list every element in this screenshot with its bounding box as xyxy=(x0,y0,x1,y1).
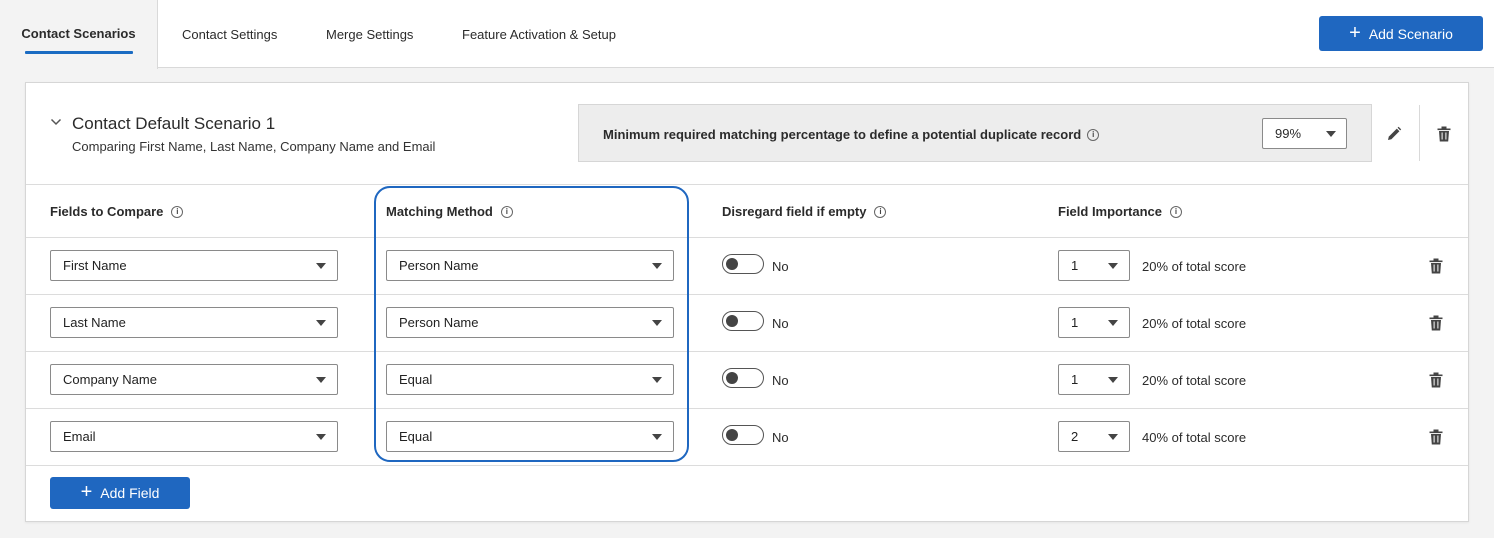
column-header-label: Disregard field if empty xyxy=(722,204,867,219)
importance-value: 1 xyxy=(1071,315,1079,330)
tab-label: Contact Settings xyxy=(182,26,278,42)
threshold-value: 99% xyxy=(1275,126,1302,141)
tab-merge-settings[interactable]: Merge Settings xyxy=(326,0,413,68)
importance-select[interactable]: 1 xyxy=(1058,364,1130,395)
column-header-disregard: Disregard field if empty i xyxy=(722,204,887,219)
tab-contact-scenarios[interactable]: Contact Scenarios xyxy=(0,0,158,69)
info-icon[interactable]: i xyxy=(171,205,184,218)
add-scenario-button[interactable]: + Add Scenario xyxy=(1319,16,1483,51)
field-select-value: Company Name xyxy=(63,372,157,387)
field-select[interactable]: Company Name xyxy=(50,364,338,395)
tab-label: Merge Settings xyxy=(326,26,414,42)
tab-feature-activation[interactable]: Feature Activation & Setup xyxy=(462,0,616,68)
threshold-label-text: Minimum required matching percentage to … xyxy=(603,127,1082,142)
disregard-toggle[interactable] xyxy=(722,368,764,388)
toggle-knob xyxy=(726,258,738,270)
field-select-value: First Name xyxy=(63,258,127,273)
top-tab-bar: Contact Scenarios Contact Settings Merge… xyxy=(0,0,1494,69)
tab-label: Feature Activation & Setup xyxy=(462,26,616,42)
pencil-icon[interactable] xyxy=(1386,126,1402,142)
trash-icon[interactable] xyxy=(1429,258,1443,274)
trash-icon[interactable] xyxy=(1429,315,1443,331)
disregard-toggle[interactable] xyxy=(722,311,764,331)
active-tab-indicator xyxy=(25,51,133,54)
toggle-knob xyxy=(726,429,738,441)
divider xyxy=(26,408,1468,409)
importance-select[interactable]: 1 xyxy=(1058,250,1130,281)
field-select[interactable]: First Name xyxy=(50,250,338,281)
plus-icon: + xyxy=(1349,21,1361,44)
caret-down-icon xyxy=(316,434,326,440)
caret-down-icon xyxy=(1108,263,1118,269)
disregard-toggle[interactable] xyxy=(722,254,764,274)
divider xyxy=(26,465,1468,466)
disregard-label: No xyxy=(772,259,789,274)
disregard-toggle[interactable] xyxy=(722,425,764,445)
caret-down-icon xyxy=(1108,434,1118,440)
field-select[interactable]: Email xyxy=(50,421,338,452)
trash-icon[interactable] xyxy=(1437,126,1451,142)
score-text: 20% of total score xyxy=(1142,373,1247,388)
divider xyxy=(26,184,1468,185)
caret-down-icon xyxy=(1108,377,1118,383)
divider xyxy=(26,237,1468,238)
disregard-label: No xyxy=(772,316,789,331)
toggle-knob xyxy=(726,315,738,327)
tab-contact-settings[interactable]: Contact Settings xyxy=(182,0,277,68)
toggle-knob xyxy=(726,372,738,384)
add-scenario-label: Add Scenario xyxy=(1368,25,1453,42)
importance-value: 1 xyxy=(1071,372,1079,387)
column-header-fields: Fields to Compare i xyxy=(50,204,184,219)
score-text: 20% of total score xyxy=(1142,316,1247,331)
scenario-card: Contact Default Scenario 1 Comparing Fir… xyxy=(25,82,1469,522)
threshold-select[interactable]: 99% xyxy=(1262,118,1347,149)
column-header-label: Fields to Compare xyxy=(50,204,164,219)
divider xyxy=(1419,105,1420,161)
caret-down-icon xyxy=(316,320,326,326)
disregard-label: No xyxy=(772,373,789,388)
importance-select[interactable]: 1 xyxy=(1058,307,1130,338)
column-header-importance: Field Importance i xyxy=(1058,204,1183,219)
info-icon[interactable]: i xyxy=(1170,205,1183,218)
caret-down-icon xyxy=(316,377,326,383)
tab-label: Contact Scenarios xyxy=(21,25,136,41)
add-field-button[interactable]: + Add Field xyxy=(50,477,190,509)
caret-down-icon xyxy=(1108,320,1118,326)
importance-value: 2 xyxy=(1071,429,1079,444)
importance-value: 1 xyxy=(1071,258,1079,273)
add-field-label: Add Field xyxy=(100,485,160,501)
column-header-label: Field Importance xyxy=(1058,204,1163,219)
scenario-title: Contact Default Scenario 1 xyxy=(72,114,276,133)
score-text: 40% of total score xyxy=(1142,430,1247,445)
score-text: 20% of total score xyxy=(1142,259,1247,274)
field-select-value: Email xyxy=(63,429,96,444)
trash-icon[interactable] xyxy=(1429,429,1443,445)
threshold-label: Minimum required matching percentage to … xyxy=(603,127,1100,142)
field-select-value: Last Name xyxy=(63,315,126,330)
threshold-panel: Minimum required matching percentage to … xyxy=(578,104,1372,162)
divider xyxy=(26,351,1468,352)
disregard-label: No xyxy=(772,430,789,445)
chevron-down-icon[interactable] xyxy=(50,116,62,128)
plus-icon: + xyxy=(80,481,93,503)
divider xyxy=(26,294,1468,295)
caret-down-icon xyxy=(316,263,326,269)
info-icon[interactable]: i xyxy=(1087,128,1100,141)
importance-select[interactable]: 2 xyxy=(1058,421,1130,452)
scenario-subtitle: Comparing First Name, Last Name, Company… xyxy=(72,139,436,154)
field-select[interactable]: Last Name xyxy=(50,307,338,338)
matching-method-highlight xyxy=(374,186,689,462)
trash-icon[interactable] xyxy=(1429,372,1443,388)
info-icon[interactable]: i xyxy=(874,205,887,218)
caret-down-icon xyxy=(1326,131,1336,137)
